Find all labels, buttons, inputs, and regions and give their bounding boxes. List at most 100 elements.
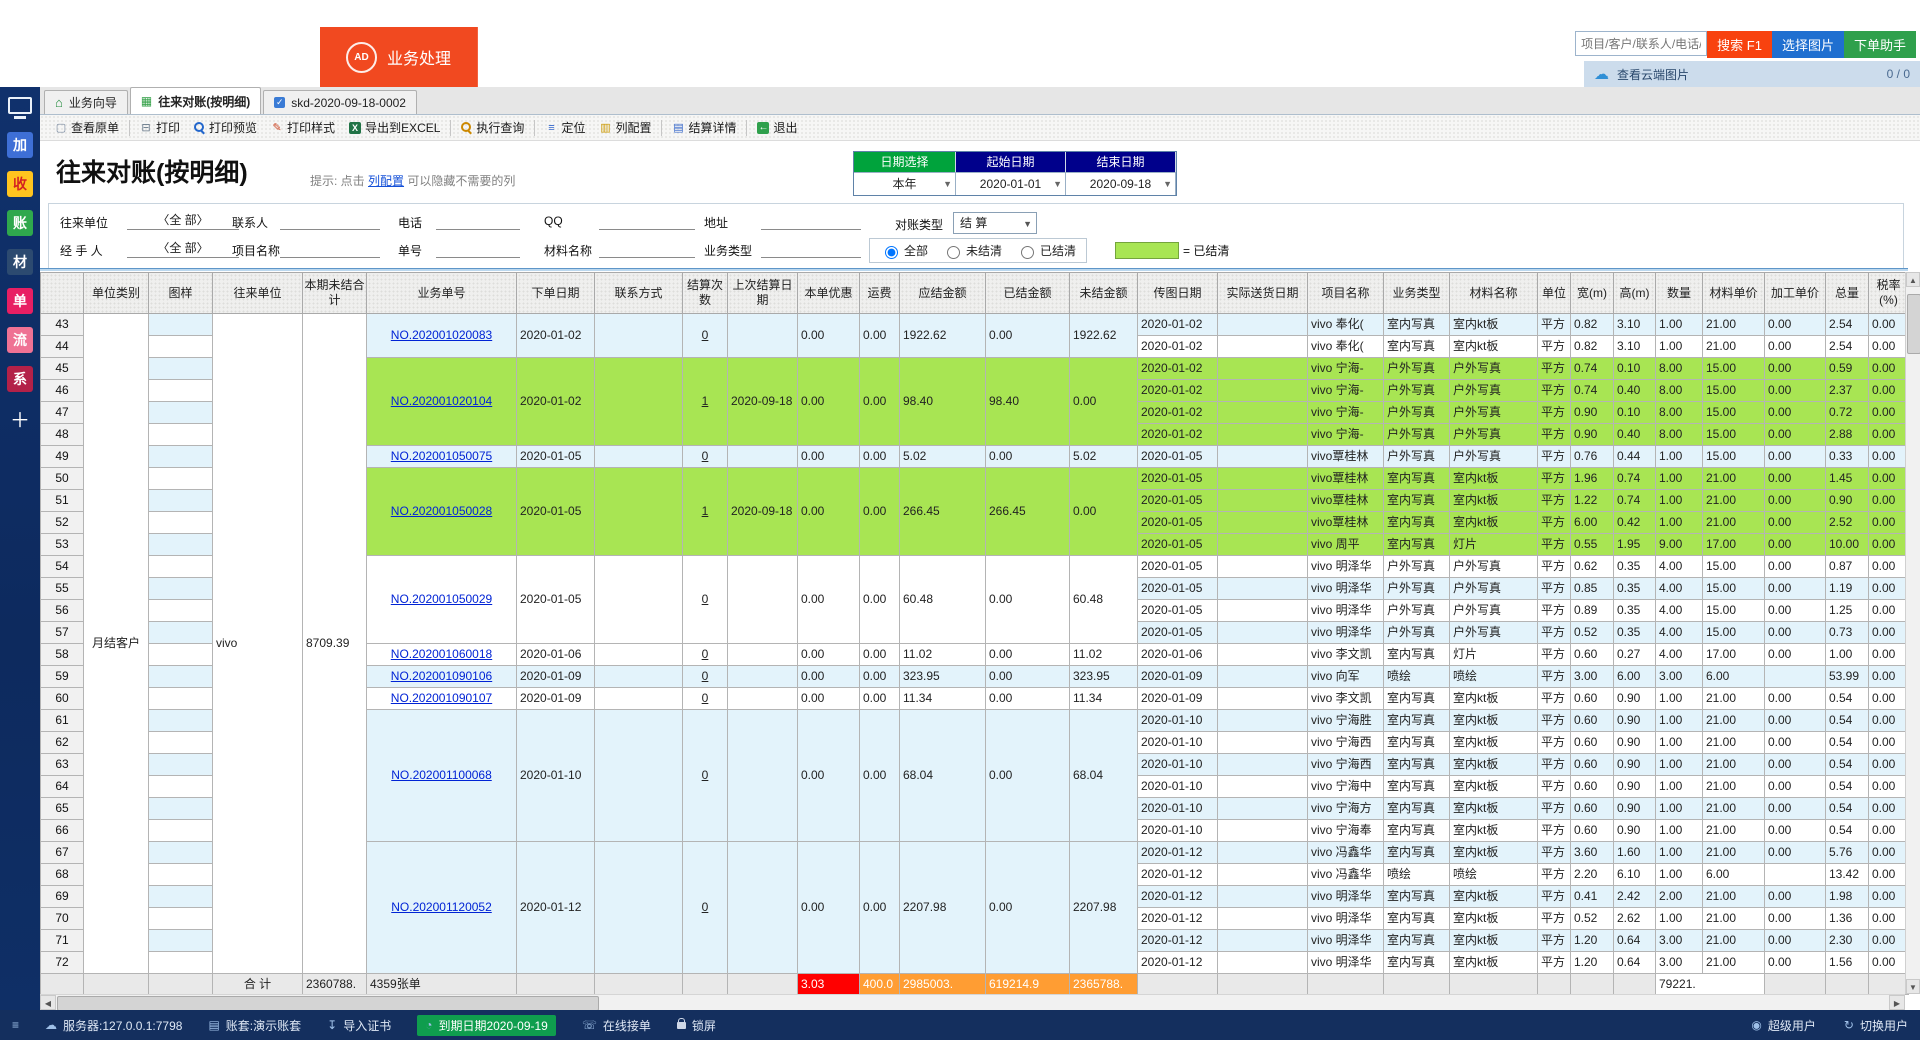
radio-input[interactable] — [885, 246, 898, 259]
scroll-down-icon[interactable]: ▼ — [1906, 979, 1920, 994]
order-link[interactable]: NO.202001050029 — [391, 592, 492, 606]
radio-option-3[interactable]: 已结清 — [1016, 242, 1076, 259]
order-link[interactable]: NO.202001120052 — [391, 900, 492, 914]
status-item[interactable]: ↻切换用户 — [1844, 1017, 1908, 1034]
filter-input[interactable]: 〈全 部〉 — [127, 212, 239, 230]
column-header[interactable]: 下单日期 — [517, 273, 595, 314]
column-header[interactable]: 本期未结合计 — [303, 273, 367, 314]
column-header[interactable]: 未结金额 — [1070, 273, 1138, 314]
settle-count-link[interactable]: 1 — [702, 504, 709, 518]
column-header[interactable]: 传图日期 — [1138, 273, 1218, 314]
radio-input[interactable] — [947, 246, 960, 259]
vertical-scrollbar[interactable]: ▲ ▼ — [1905, 272, 1920, 994]
vertical-scroll-thumb[interactable] — [1907, 294, 1920, 354]
filter-input[interactable]: 〈全 部〉 — [127, 240, 239, 258]
order-link[interactable]: NO.202001100068 — [391, 768, 492, 782]
column-header[interactable]: 总量 — [1826, 273, 1869, 314]
settle-count-link[interactable]: 0 — [702, 900, 709, 914]
filter-input[interactable] — [761, 212, 861, 230]
nav-item-3[interactable]: AD业务处理 — [320, 27, 478, 87]
toolbar-button-3[interactable]: 打印预览 — [187, 117, 264, 138]
date-filter-value-1[interactable]: 本年▼ — [854, 172, 956, 195]
order-assistant-button[interactable]: 下单助手 — [1844, 31, 1916, 58]
toolbar-button-2[interactable]: ⊟打印 — [133, 117, 187, 138]
close-icon[interactable]: ✕ — [1899, 3, 1910, 19]
scroll-right-icon[interactable]: ▶ — [1889, 995, 1905, 1010]
order-link[interactable]: NO.202001050075 — [391, 449, 492, 463]
column-header[interactable]: 加工单价 — [1765, 273, 1826, 314]
column-header[interactable]: 图样 — [149, 273, 213, 314]
filter-input[interactable] — [436, 240, 520, 258]
nav-item-6[interactable]: ✳系统设置 — [790, 27, 948, 87]
filter-input[interactable] — [280, 212, 380, 230]
settle-count-link[interactable]: 0 — [702, 592, 709, 606]
column-header[interactable]: 往来单位 — [213, 273, 303, 314]
reconcile-type-select[interactable]: 结 算▼ — [953, 212, 1037, 234]
nav-item-5[interactable]: HR人事工资 — [632, 27, 790, 87]
horizontal-scroll-thumb[interactable] — [57, 996, 599, 1011]
scroll-up-icon[interactable]: ▲ — [1906, 272, 1920, 287]
settle-count-link[interactable]: 0 — [702, 449, 709, 463]
toolbar-button-4[interactable]: ✎打印样式 — [264, 117, 342, 138]
filter-input[interactable] — [761, 240, 861, 258]
sidebar-item-3[interactable]: 账 — [7, 210, 33, 236]
column-header[interactable]: 税率(%) — [1869, 273, 1909, 314]
sidebar-item-4[interactable]: 材 — [7, 249, 33, 275]
restore-icon[interactable]: ▢ — [1869, 3, 1881, 19]
nav-item-2[interactable]: ≡基础档案 — [162, 27, 320, 87]
column-header[interactable]: 本单优惠 — [798, 273, 860, 314]
tab-2[interactable]: ▦往来对账(按明细) — [130, 87, 261, 114]
toolbar-button-8[interactable]: ▥列配置 — [592, 117, 658, 138]
column-header[interactable]: 实际送货日期 — [1218, 273, 1308, 314]
order-link[interactable]: NO.202001090106 — [391, 669, 492, 683]
column-header[interactable]: 高(m) — [1614, 273, 1656, 314]
tab-3[interactable]: ✓skd-2020-09-18-0002 — [263, 90, 417, 114]
radio-option-2[interactable]: 未结清 — [942, 242, 1002, 259]
filter-input[interactable] — [280, 240, 380, 258]
status-item[interactable]: ◉超级用户 — [1751, 1017, 1816, 1034]
settle-count-link[interactable]: 1 — [702, 394, 709, 408]
column-header[interactable]: 宽(m) — [1571, 273, 1614, 314]
toolbar-button-6[interactable]: 执行查询 — [454, 117, 531, 138]
order-link[interactable]: NO.202001050028 — [391, 504, 492, 518]
filter-input[interactable] — [599, 240, 695, 258]
settle-count-link[interactable]: 0 — [702, 768, 709, 782]
radio-option-1[interactable]: 全部 — [880, 242, 928, 259]
order-link[interactable]: NO.202001020083 — [391, 328, 492, 342]
monitor-icon[interactable] — [8, 97, 32, 114]
filter-input[interactable] — [436, 212, 520, 230]
status-item[interactable]: ☏在线接单 — [582, 1017, 651, 1034]
scroll-left-icon[interactable]: ◀ — [40, 995, 56, 1010]
column-header[interactable]: 材料单价 — [1703, 273, 1765, 314]
toolbar-button-9[interactable]: ▤结算详情 — [665, 117, 743, 138]
status-item[interactable]: 锁屏 — [677, 1017, 716, 1034]
column-header[interactable]: 联系方式 — [595, 273, 683, 314]
column-header[interactable]: 结算次数 — [683, 273, 728, 314]
status-item[interactable]: ↧导入证书 — [327, 1017, 391, 1034]
column-header[interactable]: 材料名称 — [1450, 273, 1538, 314]
radio-input[interactable] — [1021, 246, 1034, 259]
column-header[interactable] — [41, 273, 84, 314]
tab-1[interactable]: ⌂业务向导 — [44, 90, 128, 114]
column-header[interactable]: 运费 — [860, 273, 900, 314]
column-header[interactable]: 应结金额 — [900, 273, 986, 314]
settle-count-link[interactable]: 0 — [702, 691, 709, 705]
settle-count-link[interactable]: 0 — [702, 669, 709, 683]
toolbar-button-7[interactable]: ≡定位 — [538, 117, 592, 138]
column-header[interactable]: 数量 — [1656, 273, 1703, 314]
select-image-button[interactable]: 选择图片 — [1772, 31, 1844, 58]
cloud-image-bar[interactable]: ☁ 查看云端图片 0 / 0 — [1584, 61, 1920, 87]
column-header[interactable]: 上次结算日期 — [728, 273, 798, 314]
date-filter-value-2[interactable]: 2020-01-01▼ — [956, 172, 1066, 195]
horizontal-scrollbar[interactable]: ◀ ▶ — [40, 994, 1905, 1010]
skin-icon[interactable]: ✦ — [1809, 3, 1820, 19]
sidebar-item-8[interactable]: ＋ — [7, 405, 33, 431]
column-header[interactable]: 单位类别 — [84, 273, 149, 314]
sidebar-item-6[interactable]: 流 — [7, 327, 33, 353]
column-header[interactable]: 已结金额 — [986, 273, 1070, 314]
search-input[interactable] — [1575, 31, 1707, 56]
filter-input[interactable] — [599, 212, 695, 230]
order-link[interactable]: NO.202001060018 — [391, 647, 492, 661]
order-link[interactable]: NO.202001020104 — [391, 394, 492, 408]
nav-item-1[interactable]: 个人中心 — [4, 27, 162, 87]
